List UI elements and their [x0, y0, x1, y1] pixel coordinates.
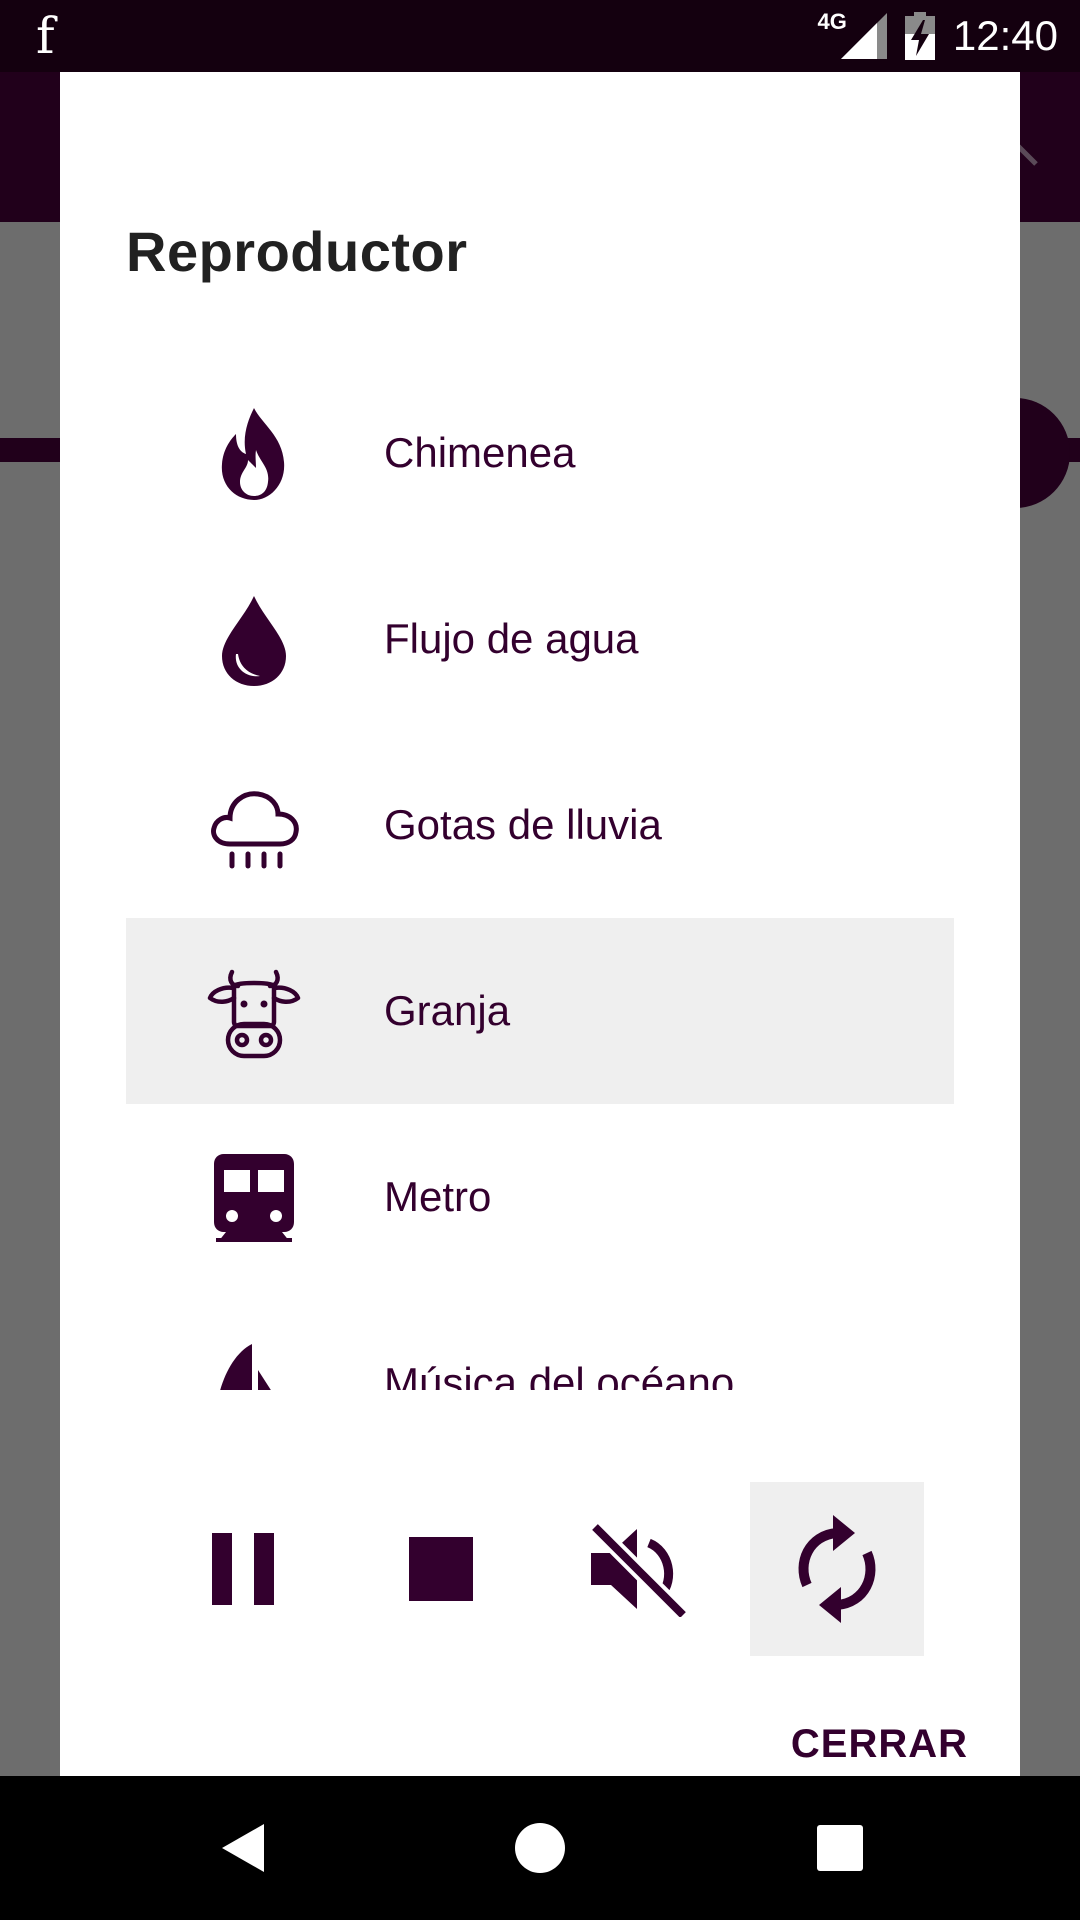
status-bar: f 4G 12:40	[0, 0, 1080, 72]
repeat-icon	[798, 1515, 876, 1623]
sound-list[interactable]: Chimenea Flujo de agua Gotas de lluvia G…	[126, 360, 954, 1390]
sound-item-label: Música del océano	[384, 1359, 735, 1390]
playback-controls	[156, 1482, 924, 1656]
signal-icon	[840, 13, 887, 59]
sound-item-label: Flujo de agua	[384, 615, 639, 662]
pause-icon	[212, 1533, 274, 1605]
sound-item-gotas-de-lluvia[interactable]: Gotas de lluvia	[126, 732, 954, 918]
pause-button[interactable]	[156, 1482, 330, 1656]
repeat-button[interactable]	[750, 1482, 924, 1656]
battery-charging-icon	[904, 12, 935, 60]
sound-item-metro[interactable]: Metro	[126, 1104, 954, 1290]
sound-item-musica-del-oceano[interactable]: Música del océano	[126, 1290, 954, 1390]
network-type-label: 4G	[817, 9, 847, 34]
fire-icon	[206, 406, 302, 502]
sound-item-label: Gotas de lluvia	[384, 801, 662, 848]
water-drop-icon	[206, 592, 302, 688]
mute-button[interactable]	[552, 1482, 726, 1656]
sound-item-label: Chimenea	[384, 429, 576, 476]
navigation-bar	[0, 1776, 1080, 1920]
app-notification-icon: f	[36, 7, 55, 65]
subway-icon	[206, 1150, 302, 1246]
player-dialog: Reproductor Chimenea Flujo de agua Gotas…	[60, 72, 1020, 1776]
volume-off-icon	[589, 1521, 689, 1617]
clock: 12:40	[952, 12, 1058, 59]
dialog-title: Reproductor	[126, 220, 468, 283]
sound-item-chimenea[interactable]: Chimenea	[126, 360, 954, 546]
sound-item-flujo-de-agua[interactable]: Flujo de agua	[126, 546, 954, 732]
home-icon[interactable]	[512, 1820, 568, 1876]
stop-button[interactable]	[354, 1482, 528, 1656]
sound-item-label: Granja	[384, 987, 511, 1034]
sailboat-icon	[206, 1336, 302, 1390]
sound-item-label: Metro	[384, 1173, 492, 1220]
close-button[interactable]: CERRAR	[791, 1722, 968, 1767]
cow-icon	[206, 964, 302, 1060]
sound-item-granja[interactable]: Granja	[126, 918, 954, 1104]
recents-icon[interactable]	[812, 1820, 868, 1876]
back-icon[interactable]	[216, 1820, 272, 1876]
rain-cloud-icon	[206, 778, 302, 874]
stop-icon	[409, 1537, 473, 1601]
